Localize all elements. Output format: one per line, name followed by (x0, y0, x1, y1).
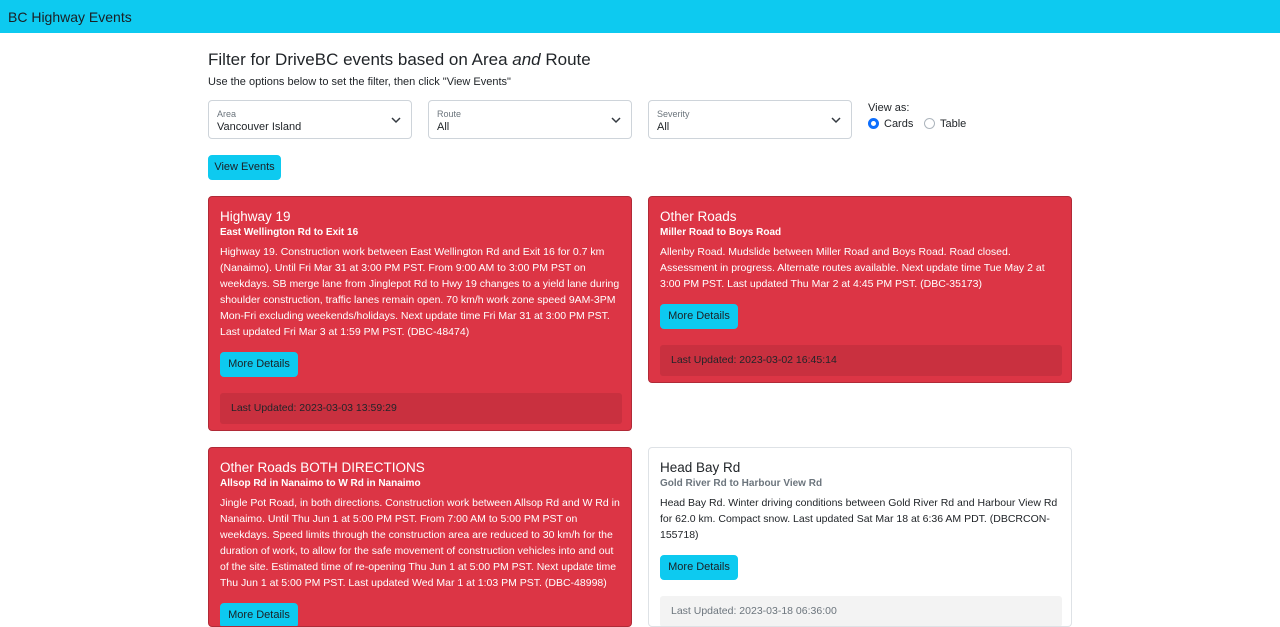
severity-select[interactable]: Severity All (648, 100, 852, 139)
event-card-footer: Last Updated: 2023-03-02 16:45:14 (660, 345, 1062, 376)
event-card-subtitle: East Wellington Rd to Exit 16 (220, 227, 359, 238)
severity-select-value: All (657, 121, 670, 133)
event-card-description: Jingle Pot Road, in both directions. Con… (220, 497, 620, 589)
event-card-description: Highway 19. Construction work between Ea… (220, 246, 620, 338)
page-title: Filter for DriveBC events based on Area … (208, 50, 591, 69)
event-card-subtitle: Miller Road to Boys Road (660, 227, 782, 238)
cards-radio[interactable] (868, 118, 879, 129)
event-card-title: Highway 19 (220, 209, 291, 224)
event-card-title: Head Bay Rd (660, 460, 741, 475)
event-card: Head Bay Rd Gold River Rd to Harbour Vie… (648, 447, 1072, 627)
event-card: Other Roads BOTH DIRECTIONS Allsop Rd in… (208, 447, 632, 627)
severity-select-label: Severity (657, 109, 690, 119)
navbar-brand[interactable]: BC Highway Events (8, 9, 132, 25)
filter-instructions: Use the options below to set the filter,… (208, 76, 511, 88)
route-select-label: Route (437, 109, 462, 119)
event-card-subtitle: Gold River Rd to Harbour View Rd (660, 478, 823, 489)
event-card-footer: Last Updated: 2023-03-03 13:59:29 (220, 393, 622, 424)
area-select[interactable]: Area Vancouver Island (208, 100, 412, 139)
event-card-title: Other Roads BOTH DIRECTIONS (220, 460, 425, 475)
event-card-title: Other Roads (660, 209, 737, 224)
area-select-value: Vancouver Island (217, 121, 302, 133)
more-details-button[interactable]: More Details (220, 352, 298, 377)
table-radio[interactable] (924, 118, 935, 129)
view-events-button[interactable]: View Events (208, 155, 281, 180)
more-details-button[interactable]: More Details (660, 555, 738, 580)
chevron-down-icon (611, 117, 621, 124)
more-details-button[interactable]: More Details (220, 603, 298, 626)
cards-radio-label[interactable]: Cards (884, 118, 913, 130)
event-card-footer: Last Updated: 2023-03-18 06:36:00 (660, 596, 1062, 626)
more-details-button[interactable]: More Details (660, 304, 738, 329)
chevron-down-icon (391, 117, 401, 124)
event-card: Other Roads Miller Road to Boys Road All… (648, 196, 1072, 383)
event-card-subtitle: Allsop Rd in Nanaimo to W Rd in Nanaimo (220, 478, 421, 489)
table-radio-label[interactable]: Table (940, 118, 966, 130)
route-select-value: All (437, 121, 450, 133)
top-navbar: BC Highway Events (0, 0, 1280, 33)
event-card-description: Allenby Road. Mudslide between Miller Ro… (660, 246, 1045, 290)
event-card: Highway 19 East Wellington Rd to Exit 16… (208, 196, 632, 431)
chevron-down-icon (831, 117, 841, 124)
route-select[interactable]: Route All (428, 100, 632, 139)
view-as-label: View as: (868, 102, 910, 114)
event-card-description: Head Bay Rd. Winter driving conditions b… (660, 497, 1058, 541)
area-select-label: Area (217, 109, 237, 119)
